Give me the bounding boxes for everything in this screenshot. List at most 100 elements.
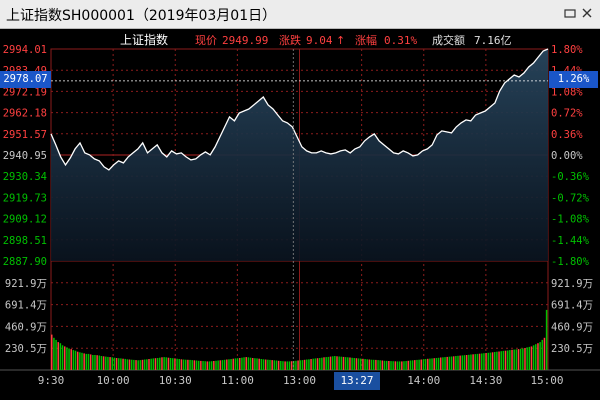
volume-bar — [539, 342, 541, 370]
volume-bar — [267, 359, 269, 370]
volume-bar — [392, 361, 394, 370]
volume-tick-label: 460.9万 — [5, 321, 47, 333]
volume-bar — [89, 354, 92, 370]
volume-bar — [452, 356, 455, 370]
volume-bar — [388, 361, 390, 370]
volume-bar — [109, 357, 111, 370]
volume-bar — [489, 352, 492, 370]
volume-bar — [215, 360, 217, 370]
volume-bar — [448, 356, 451, 370]
volume-bar — [128, 359, 131, 370]
time-tick-label: 10:30 — [159, 374, 192, 387]
volume-bar — [210, 361, 213, 370]
pct-tick-label: 0.72% — [551, 108, 583, 120]
info-turnover-value: 7.16亿 — [474, 34, 512, 47]
volume-bar — [193, 360, 196, 370]
volume-bar — [381, 360, 384, 370]
price-tick-label: 2909.12 — [3, 214, 47, 226]
info-bar: 上证指数 现价 2949.99 涨跌 9.04 ↑ 涨幅 0.31% 成交额 7… — [52, 31, 546, 47]
volume-bar — [117, 358, 120, 370]
volume-bar — [390, 361, 392, 370]
volume-bar — [284, 361, 286, 370]
volume-bar — [450, 356, 453, 370]
minimize-icon[interactable] — [563, 6, 577, 20]
volume-bar — [457, 355, 459, 370]
info-price-label: 现价 — [195, 34, 217, 47]
info-pct-value: 0.31% — [384, 34, 417, 47]
volume-bar — [273, 360, 276, 370]
volume-bar — [113, 357, 116, 370]
volume-bar — [398, 361, 401, 370]
time-tick-label: 14:30 — [469, 374, 502, 387]
volume-bar — [355, 358, 358, 370]
volume-bar — [446, 356, 448, 370]
volume-bar — [221, 360, 224, 370]
pct-tick-label: 1.08% — [551, 86, 583, 98]
volume-bar — [102, 356, 105, 370]
volume-bar — [522, 348, 524, 370]
volume-bar — [476, 353, 479, 370]
volume-bar — [418, 359, 420, 370]
volume-bar — [107, 356, 109, 370]
pct-tick-label: -0.36% — [551, 171, 590, 183]
volume-bar — [433, 358, 435, 370]
volume-bar — [504, 350, 507, 370]
volume-bar — [232, 358, 235, 370]
volume-bar — [130, 359, 133, 370]
volume-bar — [236, 358, 239, 370]
volume-bar — [154, 358, 157, 370]
volume-bar — [124, 358, 126, 370]
volume-bar — [517, 349, 520, 370]
volume-bar — [422, 359, 425, 370]
volume-bar — [468, 354, 470, 370]
volume-bar — [407, 360, 410, 370]
volume-bar — [139, 360, 142, 370]
volume-bar — [230, 359, 232, 370]
volume-bar — [150, 358, 152, 370]
volume-bar — [437, 357, 440, 370]
volume-bar — [280, 361, 282, 370]
volume-bar — [485, 353, 487, 370]
volume-bar — [135, 360, 137, 370]
volume-bar — [496, 351, 498, 370]
volume-bar — [223, 359, 226, 370]
volume-bar — [357, 358, 360, 370]
volume-bar — [303, 359, 306, 370]
time-tick-label: 13:00 — [283, 374, 316, 387]
volume-bar — [208, 361, 211, 370]
volume-bar — [245, 357, 247, 370]
info-pct-label: 涨幅 — [355, 34, 377, 47]
volume-bar — [213, 361, 215, 370]
volume-bar — [493, 352, 496, 370]
volume-bar — [509, 350, 511, 370]
info-change-label: 涨跌 — [279, 33, 301, 47]
time-tick-label: 10:00 — [97, 374, 130, 387]
info-change-value: 9.04 — [306, 34, 333, 47]
volume-tick-label-right: 230.5万 — [551, 343, 593, 355]
volume-bar — [530, 346, 533, 370]
volume-bar — [483, 353, 485, 370]
pct-tick-label: 1.80% — [551, 44, 583, 56]
volume-bar — [87, 353, 90, 370]
price-volume-chart[interactable]: 上证指数 现价 2949.99 涨跌 9.04 ↑ 涨幅 0.31% 成交额 7… — [0, 29, 600, 400]
volume-bar — [435, 358, 438, 370]
volume-bar — [115, 358, 118, 370]
volume-bar — [146, 359, 148, 370]
close-icon[interactable] — [580, 6, 594, 20]
volume-bar — [429, 358, 431, 370]
volume-bar — [133, 359, 135, 370]
volume-bar — [191, 360, 193, 370]
info-price-value: 2949.99 — [222, 34, 268, 47]
chart-window: 上证指数SH000001（2019年03月01日） 上证指数 现价 2949.9… — [0, 0, 600, 400]
volume-bar — [405, 361, 407, 370]
volume-bar — [424, 359, 427, 370]
price-tick-label: 2940.95 — [3, 150, 47, 162]
volume-bar — [360, 358, 362, 370]
volume-bar — [96, 355, 98, 370]
volume-bar — [92, 355, 94, 370]
volume-bar — [506, 350, 509, 370]
volume-bar — [206, 361, 209, 370]
volume-bar — [269, 359, 271, 370]
volume-bar — [152, 358, 155, 370]
volume-bar — [396, 361, 399, 370]
